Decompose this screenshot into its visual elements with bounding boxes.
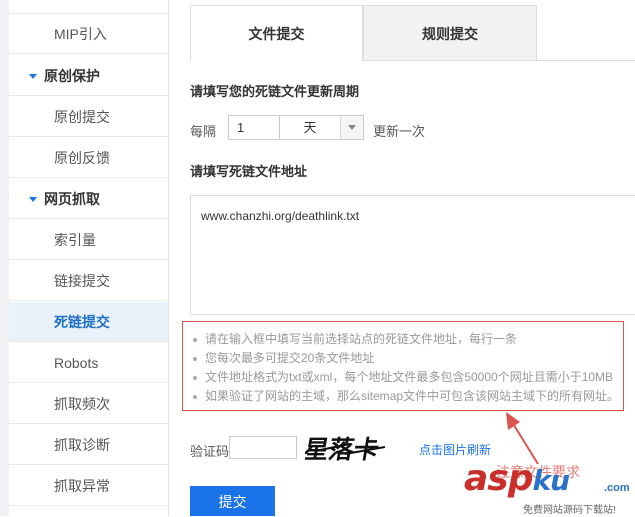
update-once-label: 更新一次	[373, 124, 426, 139]
captcha-label: 验证码	[190, 444, 230, 459]
sidebar: MIP引入 原创保护 原创提交 原创反馈 网页抓取 索引量 链接提交 死链提交 …	[0, 0, 169, 516]
unit-select[interactable]: 天	[280, 115, 364, 140]
sidebar-item-crawl-diagnosis[interactable]: 抓取诊断	[9, 425, 168, 465]
sidebar-group-crawl[interactable]: 网页抓取	[9, 179, 168, 219]
tab-rule-submit[interactable]: 规则提交	[363, 5, 537, 61]
sidebar-group-label: 原创保护	[44, 68, 100, 84]
sidebar-item-link-submit[interactable]: 链接提交	[9, 261, 168, 301]
sidebar-item-crawl-error[interactable]: 抓取异常	[9, 466, 168, 506]
submit-button[interactable]: 提交	[190, 486, 275, 516]
captcha-image[interactable]: 星落卡	[305, 432, 405, 466]
tips-box: 请在输入框中填写当前选择站点的死链文件地址，每行一条 您每次最多可提交20条文件…	[182, 321, 624, 411]
every-label: 每隔	[190, 124, 217, 139]
sidebar-strip	[0, 0, 9, 516]
sidebar-item-label: Robots	[54, 355, 99, 371]
captcha-input[interactable]	[229, 436, 297, 459]
sidebar-item-original-submit[interactable]: 原创提交	[9, 97, 168, 137]
url-heading: 请填写死链文件地址	[190, 164, 308, 179]
caret-down-icon	[29, 73, 37, 79]
sidebar-item-label: 死链提交	[54, 314, 110, 330]
tab-file-submit[interactable]: 文件提交	[190, 5, 363, 61]
watermark-logo: aspku .com 免费网站源码下载站!	[464, 458, 630, 516]
sidebar-item-crawl-frequency[interactable]: 抓取频次	[9, 384, 168, 424]
tab-bar: 文件提交 规则提交	[190, 5, 635, 61]
sidebar-item-original-feedback[interactable]: 原创反馈	[9, 138, 168, 178]
sidebar-item-label: 原创提交	[54, 109, 110, 125]
tip-item: 文件地址格式为txt或xml，每个地址文件最多包含50000个网址且需小于10M…	[190, 368, 623, 387]
sidebar-item-label: 抓取诊断	[54, 437, 110, 453]
sidebar-item-deadlink-submit[interactable]: 死链提交	[9, 302, 168, 342]
interval-input[interactable]: 1	[228, 115, 280, 140]
tip-item: 请在输入框中填写当前选择站点的死链文件地址，每行一条	[190, 330, 623, 349]
sidebar-item-label: MIP引入	[54, 26, 107, 42]
tab-divider	[363, 60, 635, 61]
sidebar-item-label: 索引量	[54, 232, 96, 248]
tip-item: 您每次最多可提交20条文件地址	[190, 349, 623, 368]
period-heading: 请填写您的死链文件更新周期	[190, 84, 360, 99]
sidebar-item-partial[interactable]	[9, 0, 168, 14]
sidebar-item-label: 抓取异常	[54, 478, 110, 494]
sidebar-item-label: 原创反馈	[54, 150, 110, 166]
refresh-captcha-link[interactable]: 点击图片刷新	[419, 441, 491, 458]
deadlink-url-textarea[interactable]: www.chanzhi.org/deathlink.txt	[190, 195, 635, 315]
sidebar-item-index[interactable]: 索引量	[9, 220, 168, 260]
sidebar-group-label: 网页抓取	[44, 191, 100, 207]
sidebar-item-label: 链接提交	[54, 273, 110, 289]
sidebar-item-mip[interactable]: MIP引入	[9, 14, 168, 54]
tip-item: 如果验证了网站的主域，那么sitemap文件中可包含该网站主域下的所有网址。	[190, 387, 623, 406]
sidebar-item-robots[interactable]: Robots	[9, 343, 168, 383]
unit-select-value: 天	[303, 120, 317, 135]
dropdown-arrow-icon[interactable]	[340, 116, 363, 139]
textarea-value: www.chanzhi.org/deathlink.txt	[201, 209, 360, 223]
sidebar-item-label: 抓取频次	[54, 396, 110, 412]
caret-down-icon	[29, 196, 37, 202]
sidebar-group-original[interactable]: 原创保护	[9, 56, 168, 96]
